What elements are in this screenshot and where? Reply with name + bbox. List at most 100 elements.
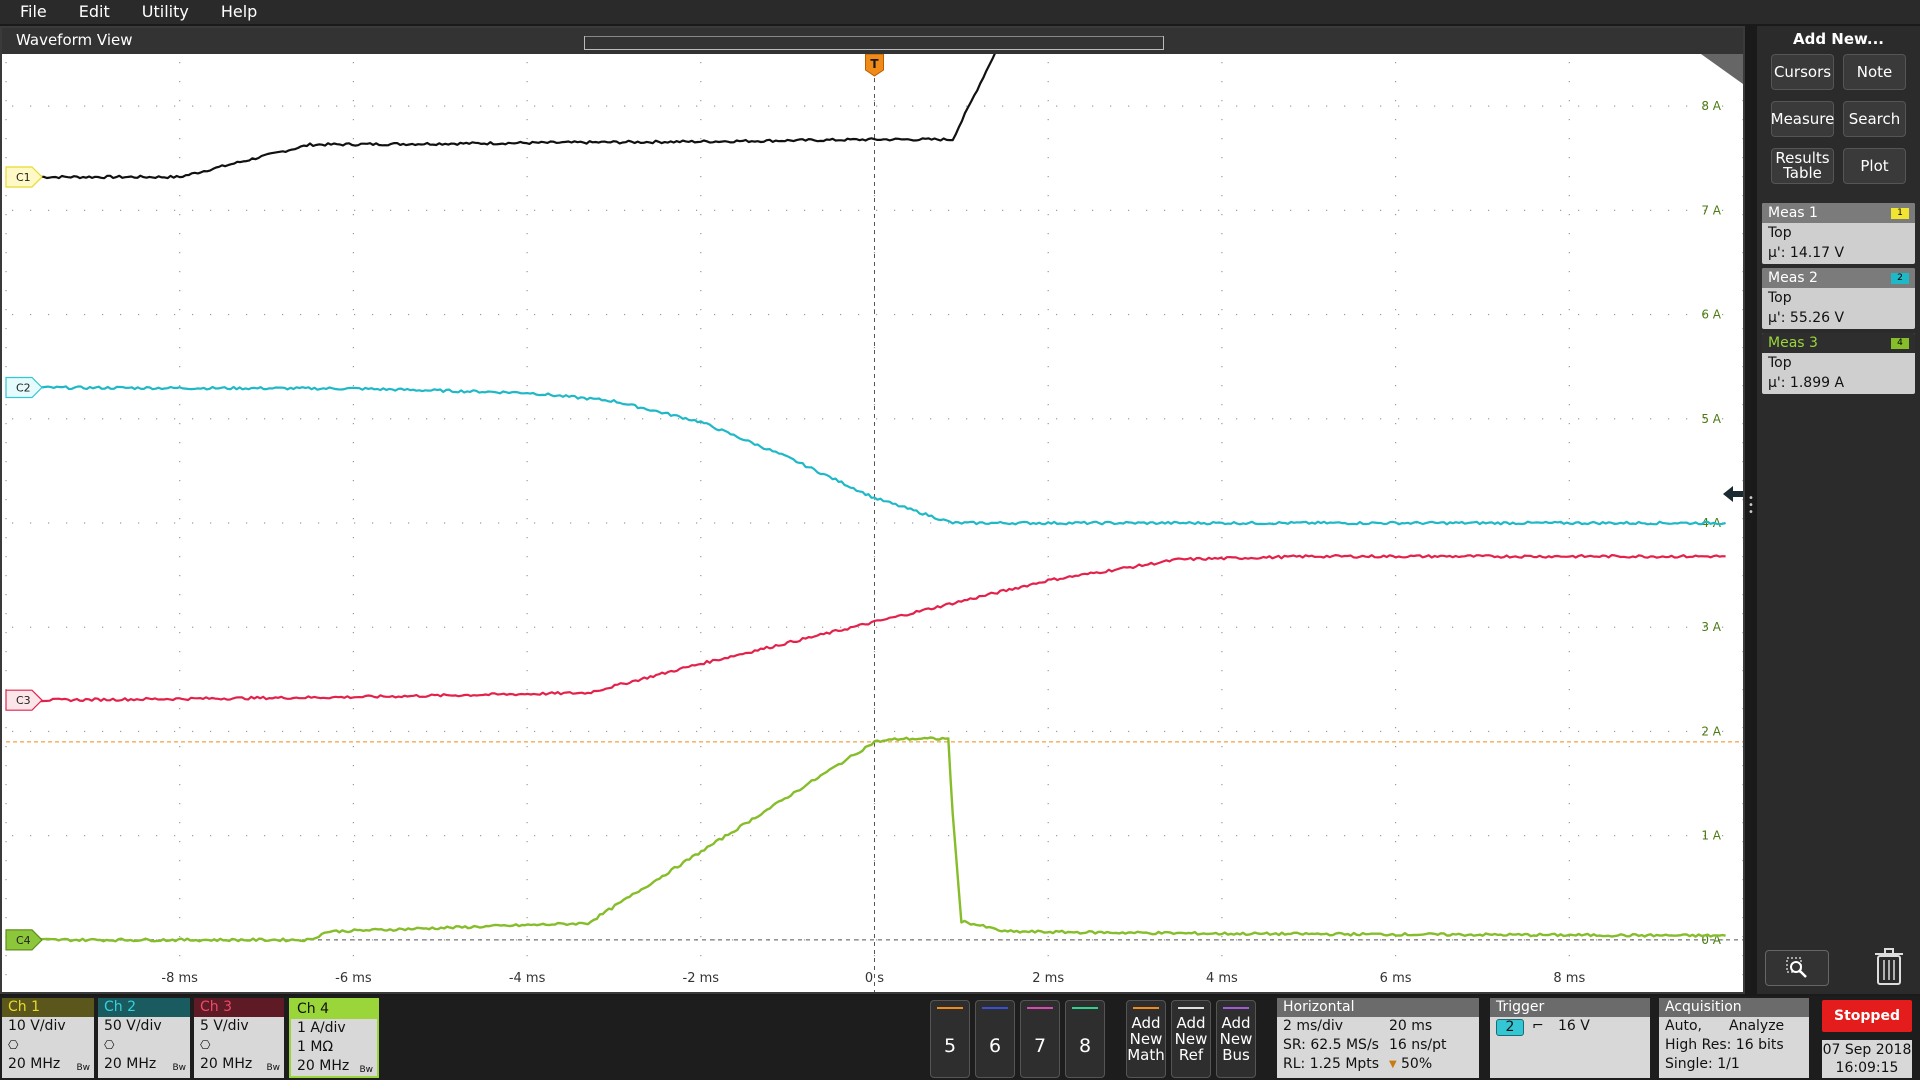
- grid-dot: [700, 157, 702, 159]
- grid-dot: [526, 556, 528, 558]
- grid-dot: [1047, 689, 1049, 691]
- grid-dot: [5, 784, 7, 786]
- results-table-button[interactable]: Results Table: [1771, 148, 1834, 184]
- menu-file[interactable]: File: [0, 0, 63, 24]
- grid-dot: [1560, 418, 1562, 420]
- run-stop-status[interactable]: Stopped: [1822, 1000, 1912, 1032]
- grid-dot: [352, 252, 354, 254]
- meas-2-badge-panel[interactable]: Meas 22 Top µ': 55.26 V: [1762, 268, 1915, 329]
- grid-dot: [1218, 835, 1220, 837]
- grid-dot: [1047, 480, 1049, 482]
- grid-dot: [462, 626, 464, 628]
- grid-dot: [1568, 309, 1570, 311]
- grid-dot: [1395, 119, 1397, 121]
- grid-dot: [1524, 418, 1526, 420]
- grid-dot: [179, 252, 181, 254]
- grid-dot: [5, 746, 7, 748]
- channel-8-button[interactable]: 8: [1065, 1000, 1105, 1078]
- grid-dot: [1308, 939, 1310, 941]
- acquisition-badge[interactable]: Acquisition Auto, Analyze High Res: 16 bi…: [1659, 998, 1809, 1078]
- grid-dot: [1506, 835, 1508, 837]
- grid-dot: [179, 803, 181, 805]
- grid-dot: [1488, 730, 1490, 733]
- zoom-icon[interactable]: [1765, 950, 1829, 986]
- channel-5-button[interactable]: 5: [930, 1000, 970, 1078]
- grid-dot: [48, 835, 50, 837]
- grid-dot: [1128, 835, 1130, 837]
- cursors-button[interactable]: Cursors: [1771, 54, 1834, 90]
- menu-bar: File Edit Utility Help: [0, 0, 1920, 24]
- waveform-graticule[interactable]: -8 ms -6 ms -4 ms -2 ms 0 s2 ms 4 ms 6 ms 8 ms0…: [2, 54, 1743, 992]
- grid-dot: [966, 626, 968, 628]
- menu-edit[interactable]: Edit: [63, 0, 126, 24]
- grid-dot: [1614, 105, 1616, 107]
- grid-dot: [1047, 252, 1049, 254]
- add-new-bus-button[interactable]: Add New Bus: [1216, 1000, 1256, 1078]
- x-tick-label: -2 ms: [683, 971, 720, 986]
- grid-dot: [179, 879, 181, 881]
- grid-dot: [352, 651, 354, 653]
- grid-dot: [1650, 626, 1652, 628]
- panel-splitter-handle[interactable]: • • •: [1748, 494, 1754, 525]
- grid-dot: [1047, 309, 1049, 311]
- meas-3-badge-panel[interactable]: Meas 34 Top µ': 1.899 A: [1762, 333, 1915, 394]
- plot-button[interactable]: Plot: [1843, 148, 1906, 184]
- grid-dot: [352, 404, 354, 406]
- ch4-badge[interactable]: Ch 4 1 A/div 1 MΩ 20 MHz Bw: [289, 998, 379, 1078]
- measure-button[interactable]: Measure: [1771, 101, 1834, 137]
- add-ref-l3: Ref: [1178, 1046, 1204, 1064]
- grid-dot: [700, 404, 702, 406]
- grid-dot: [912, 313, 914, 316]
- grid-dot: [1128, 209, 1130, 211]
- grid-dot: [179, 746, 181, 748]
- meas-1-badge-panel[interactable]: Meas 11 Top µ': 14.17 V: [1762, 203, 1915, 264]
- grid-dot: [930, 418, 932, 420]
- grid-dot: [1380, 105, 1382, 107]
- grid-dot: [1047, 499, 1049, 501]
- grid-dot: [700, 936, 702, 938]
- waveform-plot[interactable]: -8 ms -6 ms -4 ms -2 ms 0 s2 ms 4 ms 6 ms 8 ms 0…: [2, 54, 1743, 992]
- grid-dot: [1560, 105, 1562, 107]
- grid-dot: [1290, 939, 1292, 941]
- ch3-badge[interactable]: Ch 3 5 V/div ⎔ 20 MHz Bw: [194, 998, 284, 1078]
- channel-6-button[interactable]: 6: [975, 1000, 1015, 1078]
- grid-dot: [1362, 835, 1364, 837]
- grid-dot: [750, 626, 752, 628]
- horizontal-title: Horizontal: [1277, 998, 1479, 1017]
- grid-dot: [352, 119, 354, 121]
- grid-dot: [408, 730, 410, 733]
- grid-dot: [642, 313, 644, 316]
- grid-dot: [1254, 313, 1256, 316]
- add-new-math-button[interactable]: Add New Math: [1126, 1000, 1166, 1078]
- grid-dot: [1395, 727, 1397, 729]
- note-button[interactable]: Note: [1843, 54, 1906, 90]
- ch2-badge[interactable]: Ch 2 50 V/div ⎔ 20 MHz Bw: [98, 998, 190, 1078]
- grid-dot: [700, 955, 702, 957]
- grid-dot: [1742, 290, 1743, 292]
- menu-utility[interactable]: Utility: [126, 0, 205, 24]
- grid-dot: [1218, 418, 1220, 420]
- trigger-badge[interactable]: Trigger 2 ⌐ 16 V: [1490, 998, 1650, 1078]
- horizontal-badge[interactable]: Horizontal 2 ms/div 20 ms SR: 62.5 MS/s 16…: [1277, 998, 1479, 1078]
- menu-help[interactable]: Help: [205, 0, 273, 24]
- grid-dot: [1308, 626, 1310, 628]
- grid-dot: [786, 626, 788, 628]
- grid-dot: [12, 626, 14, 628]
- grid-dot: [282, 313, 284, 316]
- ch1-badge[interactable]: Ch 1 10 V/div ⎔ 20 MHz Bw: [2, 998, 94, 1078]
- grid-dot: [750, 835, 752, 837]
- record-overview[interactable]: [584, 36, 1164, 50]
- grid-dot: [264, 522, 266, 524]
- add-new-ref-button[interactable]: Add New Ref: [1171, 1000, 1211, 1078]
- grid-dot: [1047, 100, 1049, 102]
- channel-7-button[interactable]: 7: [1020, 1000, 1060, 1078]
- grid-dot: [912, 835, 914, 837]
- grid-dot: [526, 936, 528, 938]
- acquisition-single: Single: 1/1: [1665, 1056, 1740, 1072]
- grid-dot: [700, 594, 702, 596]
- search-button[interactable]: Search: [1843, 101, 1906, 137]
- grid-dot: [210, 105, 212, 107]
- grid-dot: [5, 841, 7, 843]
- grid-dot: [1578, 209, 1580, 211]
- trash-icon[interactable]: [1873, 948, 1905, 988]
